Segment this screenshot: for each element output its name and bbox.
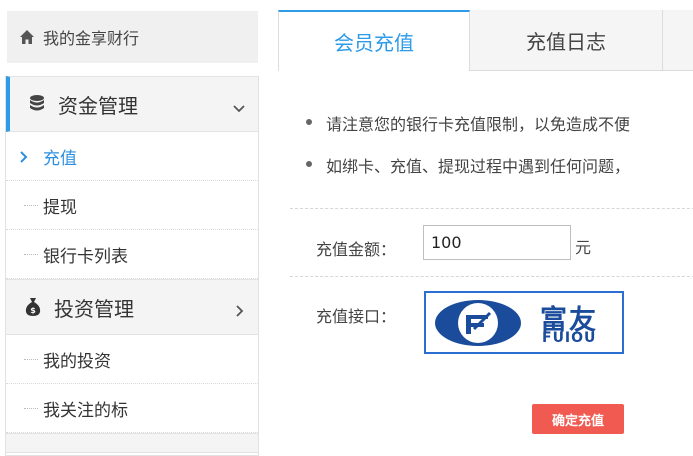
- sidebar-item-label: 我关注的标: [43, 400, 128, 421]
- gateway-label: 充值接口：: [316, 307, 397, 326]
- sidebar-item-bank-cards[interactable]: 银行卡列表: [6, 230, 258, 279]
- amount-label: 充值金额：: [316, 240, 397, 259]
- sidebar-item-my-investments[interactable]: 我的投资: [6, 335, 258, 384]
- confirm-recharge-button[interactable]: 确定充值: [532, 404, 624, 434]
- bullet-dot: [306, 161, 312, 167]
- sidebar-item-withdraw[interactable]: 提现: [6, 181, 258, 230]
- sidebar-home-label: 我的金享财行: [43, 29, 140, 48]
- tree-line: [24, 205, 38, 207]
- tab-member-recharge[interactable]: 会员充值: [278, 10, 470, 71]
- tree-line: [24, 254, 38, 256]
- tab-label: 会员充值: [334, 31, 414, 55]
- database-icon: [28, 94, 46, 114]
- amount-unit: 元: [575, 238, 592, 257]
- chevron-right-icon: [19, 149, 29, 163]
- svg-text:$: $: [30, 306, 36, 315]
- bullet-dot: [306, 119, 312, 125]
- amount-input[interactable]: [423, 225, 571, 260]
- home-icon: [19, 29, 35, 45]
- fuiou-logo-icon: [435, 300, 521, 346]
- tree-line: [24, 359, 38, 361]
- tab-label: 充值日志: [526, 29, 606, 54]
- notice-text: 请注意您的银行卡充值限制，以免造成不便: [326, 115, 631, 134]
- money-bag-icon: $: [24, 297, 42, 317]
- tree-line: [24, 408, 38, 410]
- notice-item: 请注意您的银行卡充值限制，以免造成不便: [306, 111, 631, 135]
- sidebar-group-next[interactable]: [6, 433, 258, 453]
- tab-next[interactable]: [663, 10, 693, 70]
- logo-text-en: FUIOU: [542, 330, 597, 346]
- sidebar-item-recharge[interactable]: 充值: [6, 132, 258, 181]
- sidebar-group-label: 资金管理: [58, 93, 138, 118]
- divider: [290, 208, 693, 209]
- sidebar-group-label: 投资管理: [54, 296, 134, 321]
- sidebar-item-label: 我的投资: [43, 351, 111, 372]
- sidebar-item-label: 银行卡列表: [43, 246, 128, 267]
- sidebar-item-label: 充值: [43, 148, 77, 169]
- notice-item: 如绑卡、充值、提现过程中遇到任何问题，: [306, 153, 631, 177]
- sidebar-item-followed-bids[interactable]: 我关注的标: [6, 384, 258, 433]
- sidebar-menu: 资金管理 充值 提现 银行卡列表 $ 投资管理 我的投资 我关注的标: [5, 76, 259, 456]
- sidebar-group-funds[interactable]: 资金管理: [6, 76, 258, 132]
- chevron-right-icon: [232, 299, 246, 317]
- notice-text: 如绑卡、充值、提现过程中遇到任何问题，: [326, 157, 631, 176]
- sidebar-home-link[interactable]: 我的金享财行: [7, 11, 258, 63]
- main-content: 会员充值 充值日志 请注意您的银行卡充值限制，以免造成不便 如绑卡、充值、提现过…: [278, 10, 693, 450]
- chevron-down-icon: [232, 96, 246, 113]
- sidebar-item-label: 提现: [43, 197, 77, 218]
- sidebar-group-investment[interactable]: $ 投资管理: [6, 279, 258, 335]
- tab-recharge-log[interactable]: 充值日志: [470, 10, 663, 70]
- fuiou-gateway-option[interactable]: 富友 FUIOU: [424, 291, 624, 354]
- tab-bar: 会员充值 充值日志: [278, 10, 693, 71]
- divider: [290, 276, 693, 277]
